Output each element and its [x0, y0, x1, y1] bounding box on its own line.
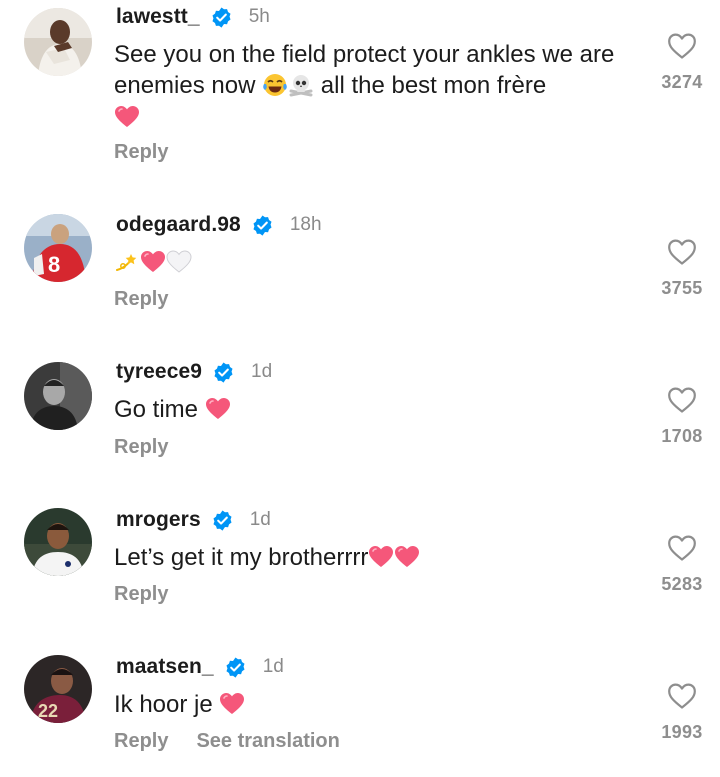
pink-heart-icon — [114, 105, 140, 129]
username[interactable]: mrogers — [116, 508, 201, 532]
username[interactable]: lawestt_ — [116, 5, 200, 29]
comment-text: Let’s get it my brotherrrr — [114, 542, 644, 573]
comment-text: See you on the field protect your ankles… — [114, 39, 644, 133]
username[interactable]: odegaard.98 — [116, 213, 241, 237]
red-heart-icon — [205, 397, 231, 421]
verified-badge-icon — [224, 656, 247, 679]
comment-text-part: Let’s get it my brotherrrr — [114, 544, 369, 571]
reply-button[interactable]: Reply — [114, 141, 168, 164]
svg-text:22: 22 — [38, 701, 58, 721]
comment-timestamp: 5h — [248, 6, 270, 27]
comment-text: Go time — [114, 394, 644, 425]
reply-button[interactable]: Reply — [114, 583, 168, 606]
red-heart-icon — [368, 545, 394, 569]
username[interactable]: maatsen_ — [116, 655, 214, 679]
like-heart-icon[interactable] — [667, 238, 697, 266]
like-count: 1993 — [661, 722, 703, 742]
avatar[interactable] — [24, 8, 92, 76]
verified-badge-icon — [251, 214, 274, 237]
avatar[interactable]: 22 — [24, 655, 92, 723]
comment-text-part: all the best mon frère — [320, 72, 547, 99]
reply-button[interactable]: Reply — [114, 288, 168, 311]
skull-and-crossbones-icon — [288, 73, 314, 97]
white-heart-icon — [166, 250, 192, 274]
avatar[interactable]: 8 — [24, 214, 92, 282]
comment-text-part: Ik hoor je — [114, 691, 213, 718]
username[interactable]: tyreece9 — [116, 360, 202, 384]
comment-text — [114, 247, 644, 278]
red-heart-icon — [219, 692, 245, 716]
comment-text: Ik hoor je — [114, 689, 644, 720]
comment-timestamp: 18h — [289, 214, 322, 235]
like-count: 3755 — [661, 278, 703, 298]
face-with-tears-of-joy-icon — [262, 73, 288, 97]
red-heart-icon — [140, 250, 166, 274]
comment-timestamp: 1d — [249, 509, 271, 530]
comment-text-part: Go time — [114, 396, 199, 423]
avatar[interactable] — [24, 362, 92, 430]
verified-badge-icon — [211, 509, 234, 532]
comment-timestamp: 1d — [251, 361, 273, 382]
like-heart-icon[interactable] — [667, 534, 697, 562]
reply-button[interactable]: Reply — [114, 436, 168, 459]
verified-badge-icon — [210, 6, 233, 29]
reply-button[interactable]: Reply — [114, 730, 168, 753]
verified-badge-icon — [212, 361, 235, 384]
dizzy-icon — [114, 250, 140, 274]
like-count: 1708 — [661, 426, 703, 446]
svg-text:8: 8 — [48, 252, 60, 277]
comment-timestamp: 1d — [262, 656, 284, 677]
like-heart-icon[interactable] — [667, 386, 697, 414]
red-heart-icon — [394, 545, 420, 569]
see-translation-button[interactable]: See translation — [196, 730, 339, 753]
like-count: 5283 — [661, 574, 703, 594]
avatar[interactable] — [24, 508, 92, 576]
like-heart-icon[interactable] — [667, 32, 697, 60]
like-count: 3274 — [661, 72, 703, 92]
like-heart-icon[interactable] — [667, 682, 697, 710]
